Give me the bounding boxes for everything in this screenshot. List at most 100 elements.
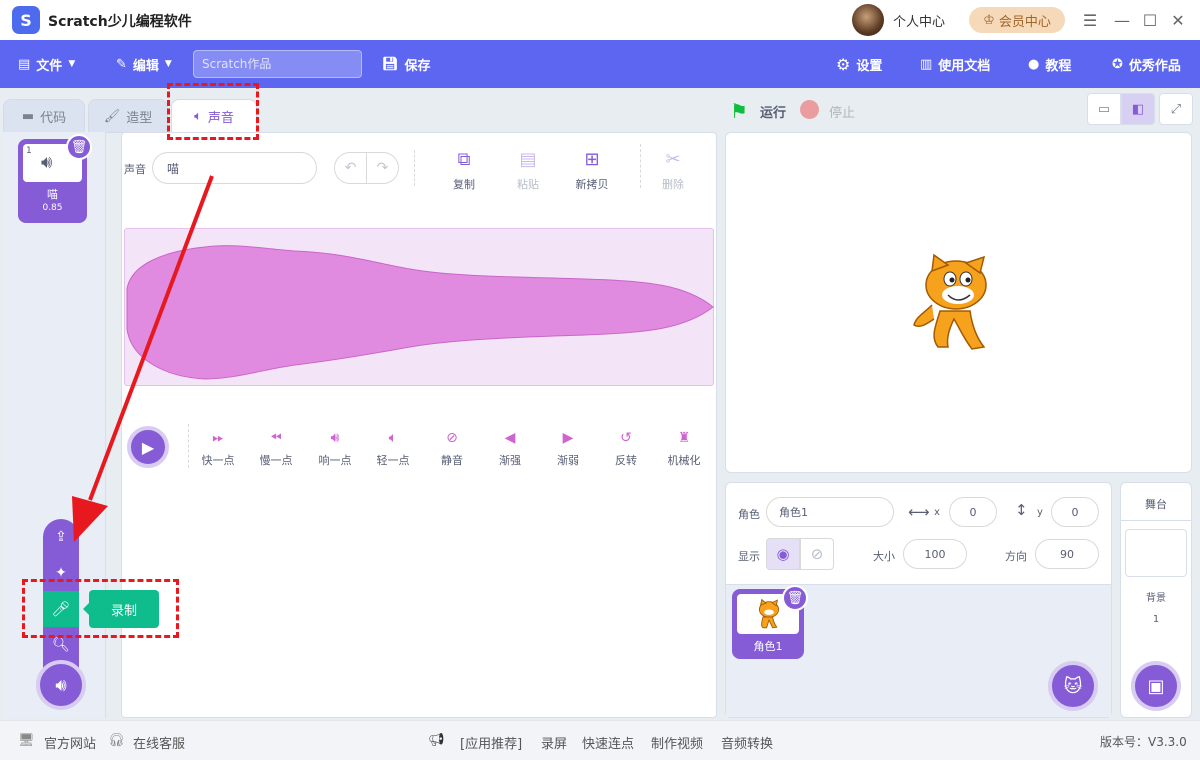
settings-button[interactable]: ⚙ 设置	[836, 53, 882, 75]
chevron-down-icon: ▼	[68, 59, 76, 69]
stage-canvas[interactable]	[725, 132, 1192, 473]
project-title-input[interactable]	[193, 50, 362, 78]
tab-code[interactable]: ▬ 代码	[3, 99, 85, 133]
small-stage-icon[interactable]: ▭	[1087, 93, 1121, 125]
vip-center-button[interactable]: ♔ 会员中心	[969, 7, 1065, 33]
fullscreen-icon[interactable]: ⤢	[1159, 93, 1193, 125]
menu-bar: ▤ 文件 ▼ ✎ 编辑 ▼ 💾︎ 保存 ⚙ 设置 ▥ 使用文档 ● 教程 ✪ 优…	[0, 40, 1200, 88]
docs-label: 使用文档	[938, 58, 991, 74]
effect-slower-button[interactable]: ⏪︎ 慢一点	[251, 430, 301, 468]
menu-icon[interactable]: ☰	[1080, 10, 1100, 30]
showcase-button[interactable]: ✪ 优秀作品	[1112, 53, 1181, 75]
scissors-icon: ✂	[665, 148, 681, 170]
edit-menu[interactable]: ✎ 编辑 ▼	[116, 53, 172, 75]
stop-label[interactable]: 停止	[829, 102, 855, 121]
sprite-name-field[interactable]: 角色1	[766, 497, 894, 527]
effect-softer-button[interactable]: 🔈︎ 轻一点	[368, 430, 418, 468]
delete-sound-icon[interactable]: 🗑︎	[66, 134, 92, 160]
maximize-icon[interactable]: ☐	[1140, 10, 1160, 30]
paste-icon: ▤	[519, 148, 537, 170]
book-icon: ▥	[920, 56, 933, 72]
stage-title: 舞台	[1145, 498, 1167, 511]
file-icon: ▤	[18, 56, 31, 72]
recommend-link-screen-record[interactable]: 录屏	[541, 733, 567, 752]
run-label[interactable]: 运行	[760, 102, 786, 121]
minimize-icon[interactable]: —	[1112, 10, 1132, 30]
paste-label: 粘贴	[517, 178, 539, 191]
size-field[interactable]: 100	[903, 539, 967, 569]
backdrop-count: 1	[1152, 614, 1160, 625]
effect-reverse-button[interactable]: ↺ 反转	[601, 430, 651, 468]
y-label: y	[1037, 507, 1043, 518]
online-service-link[interactable]: 在线客服	[133, 733, 185, 752]
app-title: Scratch少儿编程软件	[48, 14, 192, 30]
mute-icon: ⊘	[446, 430, 458, 446]
add-backdrop-button[interactable]: ▣	[1131, 661, 1181, 711]
show-eye-icon[interactable]: ◉	[766, 538, 800, 570]
tab-costumes[interactable]: 🖌︎ 造型	[88, 99, 168, 133]
file-menu[interactable]: ▤ 文件 ▼	[18, 53, 75, 75]
delete-button[interactable]: ✂ 删除	[648, 148, 698, 192]
cat-sprite-image[interactable]	[910, 253, 1010, 353]
copy-label: 复制	[453, 178, 475, 191]
effect-robot-button[interactable]: ♜ 机械化	[659, 430, 709, 468]
reverse-icon: ↺	[620, 430, 632, 446]
paste-button[interactable]: ▤ 粘贴	[503, 148, 553, 192]
effect-label: 慢一点	[259, 454, 293, 467]
direction-label: 方向	[1005, 550, 1027, 563]
effect-fade-out-button[interactable]: ▶ 渐弱	[543, 430, 593, 468]
sprite-thumb-label: 角色1	[753, 640, 783, 653]
tutorial-button[interactable]: ● 教程	[1028, 53, 1071, 75]
chevron-down-icon: ▼	[164, 59, 172, 69]
megaphone-icon: 📢︎	[428, 733, 445, 748]
tab-code-label: 代码	[40, 110, 67, 126]
effect-label: 渐强	[499, 454, 521, 467]
hide-eye-icon[interactable]: ⊘	[800, 538, 834, 570]
undo-button[interactable]: ↶	[334, 152, 367, 184]
effect-fade-in-button[interactable]: ◀ 渐强	[485, 430, 535, 468]
tab-highlight-annotation	[167, 83, 259, 140]
stage-thumbnail[interactable]	[1125, 529, 1187, 577]
direction-field[interactable]: 90	[1035, 539, 1099, 569]
backdrop-label: 背景	[1146, 593, 1166, 604]
image-icon: ▣	[1147, 675, 1165, 697]
large-stage-icon[interactable]: ◧	[1121, 93, 1155, 125]
paintbrush-icon: 🖌︎	[103, 108, 121, 124]
save-icon: 💾︎	[382, 56, 399, 72]
stop-icon[interactable]	[800, 100, 819, 119]
add-sound-button[interactable]: 🔊︎	[36, 660, 86, 710]
speaker-icon: 🔊︎	[41, 152, 53, 173]
recommend-link-auto-clicker[interactable]: 快速连点	[582, 733, 634, 752]
close-icon[interactable]: ✕	[1168, 10, 1188, 30]
file-menu-label: 文件	[36, 58, 63, 74]
copy-to-new-label: 新拷贝	[575, 178, 609, 191]
effect-label: 响一点	[318, 454, 352, 467]
copy-icon: ⧉	[457, 148, 471, 170]
copy-to-new-button[interactable]: ⊞ 新拷贝	[567, 148, 617, 192]
avatar[interactable]	[852, 4, 884, 36]
green-flag-icon[interactable]: ⚑	[730, 99, 748, 123]
save-button[interactable]: 💾︎ 保存	[382, 53, 431, 75]
recommend-link-make-video[interactable]: 制作视频	[651, 733, 703, 752]
rewind-icon: ⏪︎	[270, 430, 282, 446]
show-label: 显示	[738, 550, 760, 563]
pencil-icon: ✎	[116, 56, 127, 72]
settings-label: 设置	[856, 58, 883, 74]
size-label: 大小	[873, 550, 895, 563]
copy-to-new-icon: ⊞	[584, 148, 600, 170]
delete-sprite-icon[interactable]: 🗑︎	[782, 585, 808, 611]
docs-button[interactable]: ▥ 使用文档	[920, 53, 990, 75]
effect-mute-button[interactable]: ⊘ 静音	[427, 430, 477, 468]
official-site-link[interactable]: 官方网站	[44, 733, 96, 752]
copy-button[interactable]: ⧉ 复制	[439, 148, 489, 192]
add-sprite-button[interactable]: 🐱︎	[1048, 661, 1098, 711]
y-position-field[interactable]: 0	[1051, 497, 1099, 527]
toolbar-divider	[414, 150, 415, 186]
recommend-link-audio-convert[interactable]: 音频转换	[721, 733, 773, 752]
personal-center-link[interactable]: 个人中心	[893, 11, 945, 30]
redo-button[interactable]: ↷	[366, 152, 399, 184]
effect-louder-button[interactable]: 🔊︎ 响一点	[310, 430, 360, 468]
record-highlight-annotation	[22, 579, 179, 638]
crown-icon: ♔	[983, 12, 995, 28]
x-position-field[interactable]: 0	[949, 497, 997, 527]
